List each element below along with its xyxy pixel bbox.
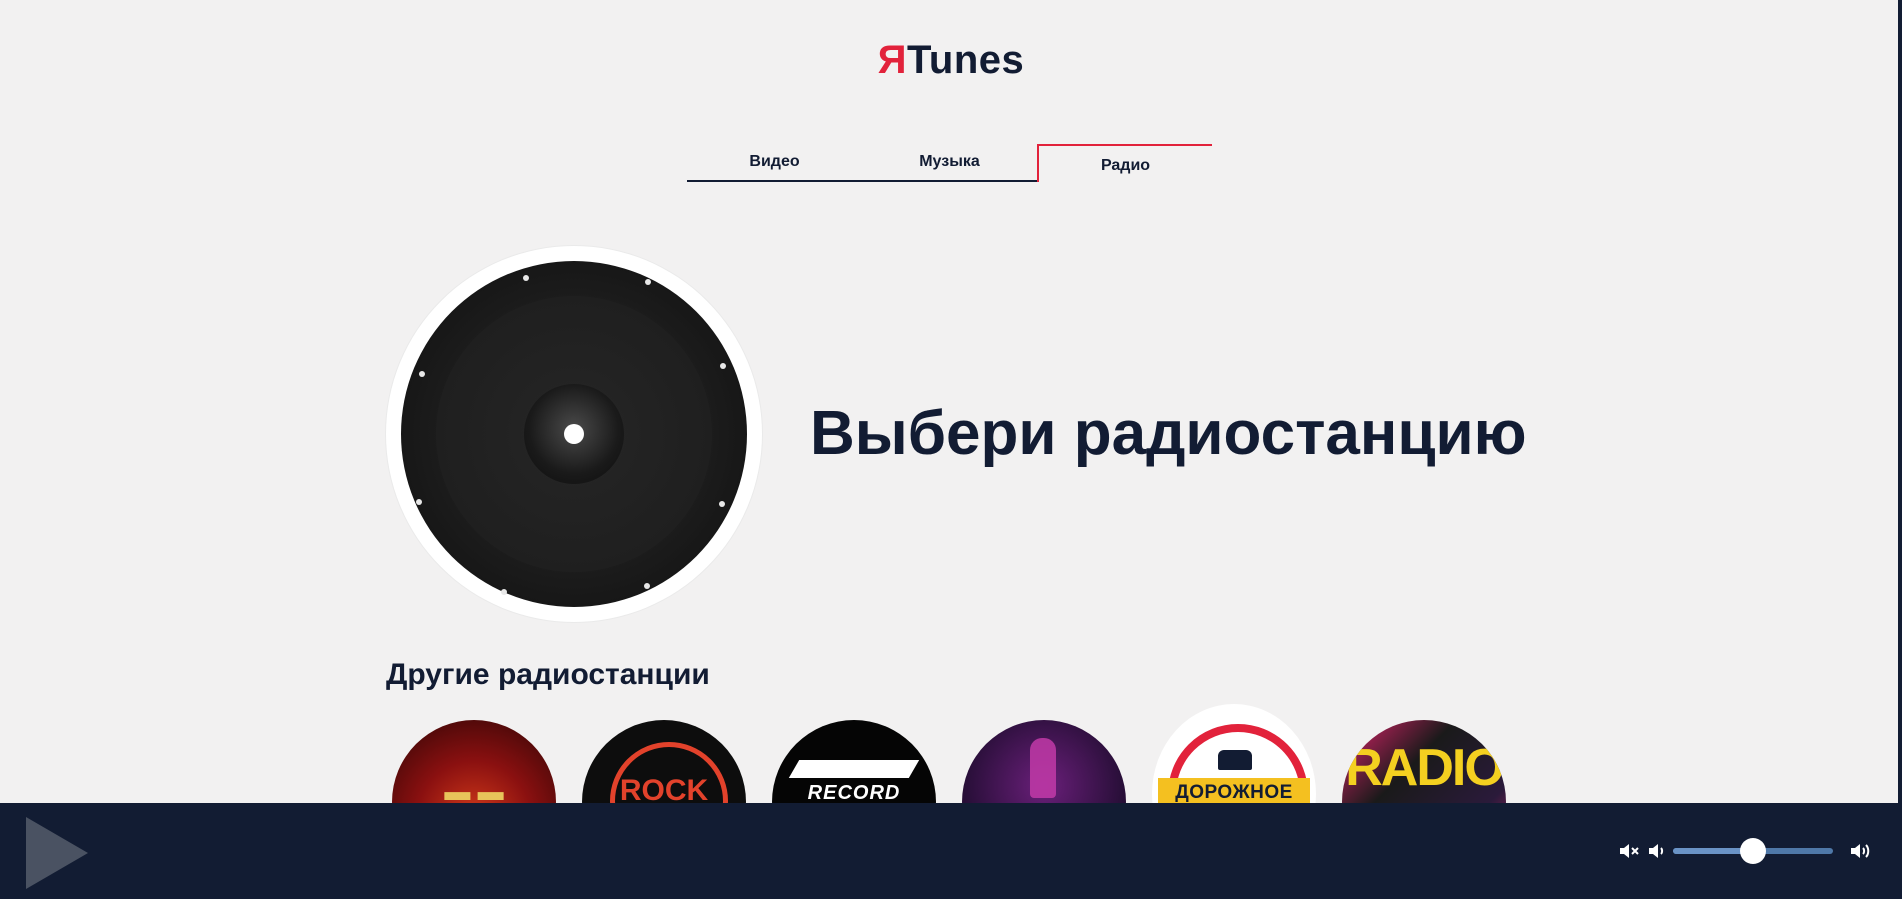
speaker-bolt	[719, 501, 725, 507]
speaker-center-dot	[564, 424, 584, 444]
tab-radio[interactable]: Радио	[1037, 144, 1212, 182]
logo-letter: Я	[877, 38, 907, 82]
station-logo: ДОРОЖНОЕ	[1175, 782, 1293, 803]
speaker-bolt	[501, 589, 507, 595]
volume-high-icon[interactable]	[1848, 839, 1872, 863]
station-logo-figure	[1030, 738, 1056, 798]
speaker-bolt	[720, 363, 726, 369]
section-title: Другие радиостанции	[386, 658, 710, 691]
speaker-frame	[401, 261, 747, 607]
station-logo: RECORD	[807, 782, 901, 804]
tab-video[interactable]: Видео	[687, 144, 862, 182]
station-logo: RADIO	[1345, 739, 1505, 797]
play-button[interactable]	[26, 817, 88, 889]
speaker-bolt	[523, 275, 529, 281]
car-icon	[1218, 750, 1252, 770]
volume-low-icon[interactable]	[1645, 839, 1669, 863]
speaker-bolt	[416, 499, 422, 505]
page-title: Выбери радиостанцию	[810, 399, 1527, 468]
logo-text: Tunes	[906, 38, 1025, 82]
speaker-cone	[436, 296, 712, 572]
station-logo-mark	[788, 760, 920, 778]
volume-slider[interactable]	[1673, 838, 1833, 864]
speaker-image	[386, 246, 762, 622]
speaker-bolt	[645, 279, 651, 285]
app-logo: ЯTunes	[0, 38, 1902, 83]
mute-icon[interactable]	[1617, 839, 1641, 863]
page-scrollbar[interactable]	[1898, 0, 1902, 899]
volume-slider-thumb[interactable]	[1740, 838, 1766, 864]
speaker-bolt	[419, 371, 425, 377]
tab-bar: Видео Музыка Радио	[687, 144, 1212, 184]
speaker-bolt	[644, 583, 650, 589]
audio-player-bar	[0, 803, 1898, 899]
speaker-dust-cap	[524, 384, 624, 484]
tab-music[interactable]: Музыка	[862, 144, 1037, 182]
